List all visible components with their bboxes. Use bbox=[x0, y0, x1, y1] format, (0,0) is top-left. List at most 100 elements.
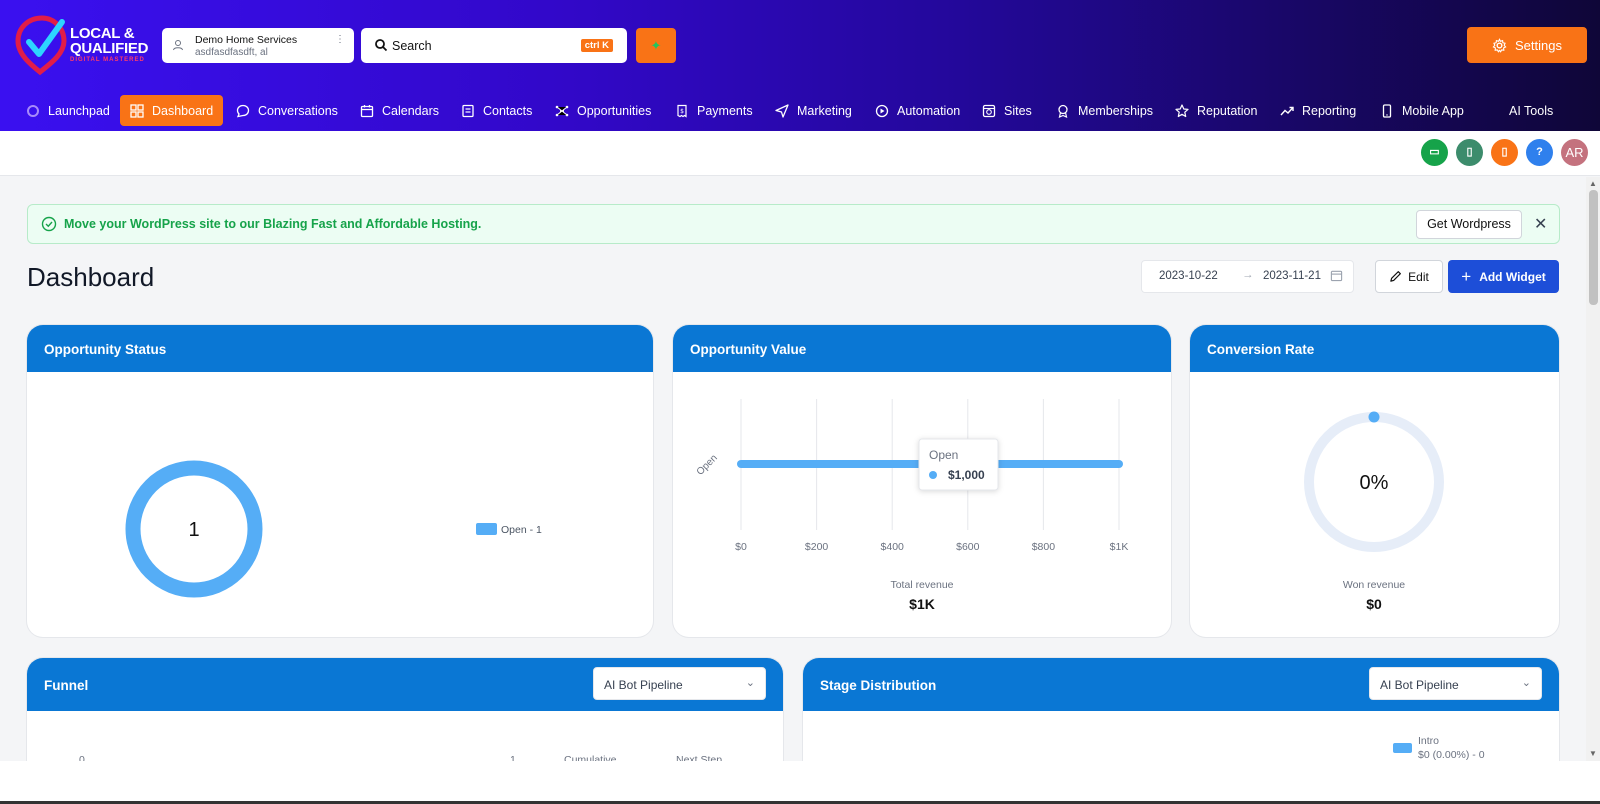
pipeline-selected: AI Bot Pipeline bbox=[604, 678, 683, 692]
chevron-down-icon: ⌄ bbox=[745, 677, 755, 689]
legend-value-intro: $0 (0.00%) - 0 bbox=[1418, 749, 1485, 761]
global-search[interactable]: Search ctrl K bbox=[361, 28, 627, 63]
legend-swatch-open bbox=[476, 523, 497, 535]
stage-distribution-widget: Stage Distribution AI Bot Pipeline ⌄ Int… bbox=[803, 658, 1559, 778]
settings-button[interactable]: Settings bbox=[1467, 27, 1587, 63]
nav-opportunities[interactable]: Opportunities bbox=[555, 95, 651, 126]
bottom-area bbox=[0, 761, 1600, 804]
switch-account-icon: ⋮ bbox=[335, 34, 345, 45]
brand-logo[interactable]: LOCAL & QUALIFIED DIGITAL MASTERED bbox=[14, 14, 154, 76]
nav-calendars[interactable]: Calendars bbox=[360, 95, 439, 126]
notifications-button[interactable]: ▯ bbox=[1491, 139, 1518, 166]
quick-actions-button[interactable]: ✦ bbox=[636, 28, 676, 63]
legend-label-intro: Intro bbox=[1418, 735, 1440, 747]
settings-label: Settings bbox=[1515, 37, 1562, 53]
legend-swatch-intro bbox=[1393, 743, 1412, 753]
nav-ai-tools[interactable]: AI Tools bbox=[1509, 95, 1553, 126]
conversion-rate-widget: Conversion Rate 0% Won revenue $0 bbox=[1190, 325, 1559, 637]
donut-center-value: 1 bbox=[188, 519, 199, 541]
user-avatar[interactable]: AR bbox=[1561, 139, 1588, 166]
funnel-pipeline-select[interactable]: AI Bot Pipeline ⌄ bbox=[593, 667, 766, 700]
edit-label: Edit bbox=[1408, 269, 1429, 284]
chat-icon bbox=[236, 104, 250, 117]
nav-dashboard[interactable]: Dashboard bbox=[120, 95, 224, 126]
caption-won-revenue: Won revenue bbox=[1343, 579, 1405, 591]
nav-mobile-app[interactable]: Mobile App bbox=[1380, 95, 1464, 126]
x-tick-label: $0 bbox=[735, 541, 747, 553]
star-icon bbox=[1175, 103, 1189, 117]
dashboard-icon bbox=[130, 103, 144, 118]
scroll-up-icon[interactable]: ▲ bbox=[1589, 179, 1597, 188]
nav-launchpad[interactable]: Launchpad bbox=[26, 95, 110, 126]
nav-automation[interactable]: Automation bbox=[875, 95, 960, 126]
stage-pipeline-select[interactable]: AI Bot Pipeline ⌄ bbox=[1369, 667, 1542, 700]
top-header: LOCAL & QUALIFIED DIGITAL MASTERED Demo … bbox=[0, 0, 1600, 131]
payments-icon: $ bbox=[677, 104, 687, 118]
logo-text: LOCAL & QUALIFIED bbox=[70, 25, 149, 57]
x-tick-label: $600 bbox=[956, 541, 980, 553]
note-icon: ▯ bbox=[1466, 146, 1473, 158]
svg-text:$: $ bbox=[680, 108, 684, 115]
scrollbar-thumb[interactable] bbox=[1589, 190, 1598, 305]
add-widget-label: Add Widget bbox=[1479, 269, 1546, 284]
calendar-icon bbox=[1330, 270, 1343, 282]
x-tick-label: $800 bbox=[1032, 541, 1056, 553]
page-scrollbar[interactable]: ▲ ▼ bbox=[1586, 177, 1600, 761]
automation-icon bbox=[875, 104, 889, 117]
scroll-down-icon[interactable]: ▼ bbox=[1589, 749, 1597, 758]
nav-conversations[interactable]: Conversations bbox=[236, 95, 338, 126]
get-wordpress-button[interactable]: Get Wordpress bbox=[1416, 210, 1522, 239]
check-circle-icon bbox=[41, 216, 57, 232]
nav-marketing[interactable]: Marketing bbox=[775, 95, 852, 126]
pencil-icon bbox=[1390, 271, 1402, 282]
nav-contacts[interactable]: Contacts bbox=[461, 95, 532, 126]
chart-x-ticks: $0 $200 $400 $600 $800 $1K bbox=[735, 541, 1128, 553]
date-start: 2023-10-22 bbox=[1159, 270, 1218, 282]
widget-title: Opportunity Value bbox=[673, 325, 1171, 372]
chart-tooltip: Open $1,000 bbox=[918, 438, 999, 491]
main-nav: Launchpad Dashboard Conversations Calend… bbox=[0, 95, 1600, 127]
banner-text: Move your WordPress site to our Blazing … bbox=[64, 217, 482, 231]
nav-reporting[interactable]: Reporting bbox=[1280, 95, 1356, 126]
won-revenue-value: $0 bbox=[1366, 596, 1382, 612]
edit-dashboard-button[interactable]: Edit bbox=[1375, 260, 1443, 293]
pipeline-selected: AI Bot Pipeline bbox=[1380, 678, 1459, 692]
contacts-icon bbox=[462, 104, 474, 117]
account-address: asdfasdfasdft, al bbox=[195, 47, 268, 58]
phone-icon: ▭ bbox=[1429, 146, 1440, 158]
conversion-rate-value: 0% bbox=[1360, 472, 1389, 494]
close-icon[interactable]: ✕ bbox=[1534, 214, 1547, 234]
add-widget-button[interactable]: + Add Widget bbox=[1448, 260, 1559, 293]
utility-bar: ▭ ▯ ▯ ? AR bbox=[0, 131, 1600, 176]
gear-icon bbox=[1492, 37, 1507, 53]
total-revenue-value: $1K bbox=[909, 596, 935, 612]
opportunity-value-chart: $0 $200 $400 $600 $800 $1K Open Open $1,000 T… bbox=[695, 399, 1128, 612]
mobile-icon bbox=[1382, 103, 1392, 118]
chevron-down-icon: ⌄ bbox=[1521, 677, 1531, 689]
tooltip-title: Open bbox=[929, 448, 958, 462]
gauge-marker bbox=[1368, 411, 1380, 423]
tooltip-box bbox=[918, 438, 999, 491]
rocket-icon bbox=[27, 104, 39, 117]
widget-title: Opportunity Status bbox=[27, 325, 653, 372]
notes-button[interactable]: ▯ bbox=[1456, 139, 1483, 166]
tooltip-value: $1,000 bbox=[948, 468, 985, 482]
phone-button[interactable]: ▭ bbox=[1421, 139, 1448, 166]
user-icon bbox=[172, 39, 184, 51]
hosting-banner: Move your WordPress site to our Blazing … bbox=[27, 204, 1560, 244]
lightning-icon: ✦ bbox=[650, 38, 662, 53]
account-switcher[interactable]: Demo Home Services asdfasdfasdft, al ⋮ bbox=[162, 28, 354, 63]
y-category-label: Open bbox=[695, 453, 720, 478]
date-range-picker[interactable]: 2023-10-22 → 2023-11-21 bbox=[1141, 260, 1354, 293]
help-button[interactable]: ? bbox=[1526, 139, 1553, 166]
tooltip-marker bbox=[929, 471, 937, 479]
nav-sites[interactable]: Sites bbox=[982, 95, 1032, 126]
opportunity-status-widget: Opportunity Status 1 Open - 1 bbox=[27, 325, 653, 637]
account-name: Demo Home Services bbox=[195, 34, 298, 46]
nav-payments[interactable]: $ Payments bbox=[675, 95, 753, 126]
arrow-right-icon: → bbox=[1242, 269, 1254, 281]
nav-reputation[interactable]: Reputation bbox=[1175, 95, 1257, 126]
opportunity-value-widget: Opportunity Value $0 $200 $400 $600 $800 $1K … bbox=[673, 325, 1171, 637]
nav-memberships[interactable]: Memberships bbox=[1056, 95, 1153, 126]
opportunities-icon bbox=[555, 105, 569, 116]
